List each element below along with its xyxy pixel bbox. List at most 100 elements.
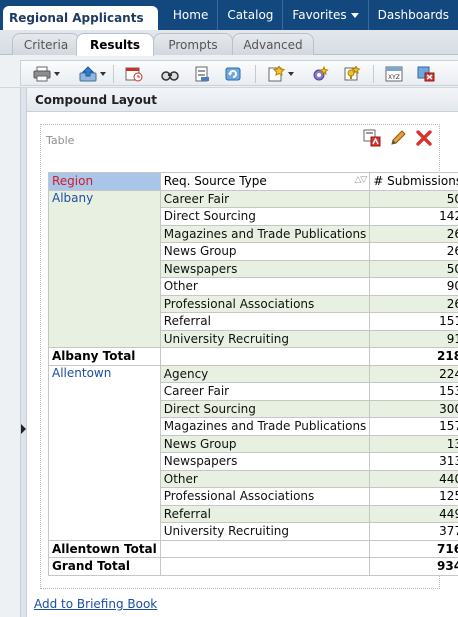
count-cell: 26 xyxy=(369,294,458,313)
export-icon xyxy=(79,66,97,82)
source-cell: Magazines and Trade Publications xyxy=(159,417,371,436)
lightbulb-icon xyxy=(344,66,361,81)
table-header-row: Region Req. Source Type △▽ # Submissions xyxy=(48,172,458,191)
count-cell: 440 xyxy=(369,469,458,488)
source-cell: University Recruiting xyxy=(159,522,371,541)
region-cell[interactable]: Allentown xyxy=(48,364,161,541)
view-actions xyxy=(363,129,433,147)
toolbar: XYZ xyxy=(20,60,458,86)
source-cell: Other xyxy=(159,277,371,296)
nav-catalog[interactable]: Catalog xyxy=(217,0,282,30)
column-header-source[interactable]: Req. Source Type △▽ xyxy=(159,172,371,191)
subtotal-empty-cell xyxy=(159,347,371,366)
count-cell: 224 xyxy=(369,364,458,383)
column-header-region[interactable]: Region xyxy=(48,172,161,191)
source-cell: Professional Associations xyxy=(159,487,371,506)
remove-button[interactable] xyxy=(417,65,435,83)
source-cell: Referral xyxy=(159,312,371,331)
subtotal-empty-cell xyxy=(159,539,371,558)
chevron-down-icon xyxy=(350,13,359,18)
remove-view-icon[interactable] xyxy=(415,129,433,147)
refresh-data-button[interactable] xyxy=(193,65,211,83)
top-bar: Regional Applicants Home Catalog Favorit… xyxy=(0,0,458,32)
subtotal-label: Allentown Total xyxy=(48,539,161,558)
count-cell: 157 xyxy=(369,417,458,436)
new-view-icon xyxy=(268,66,285,82)
app-title: Regional Applicants xyxy=(9,11,144,25)
sort-arrows-icon[interactable]: △▽ xyxy=(354,175,367,185)
add-to-briefing-book-link[interactable]: Add to Briefing Book xyxy=(34,597,157,611)
source-cell: Other xyxy=(159,469,371,488)
schedule-button[interactable] xyxy=(125,65,143,83)
compound-layout: Compound Layout Table Region Req. Source… xyxy=(27,88,458,617)
count-cell: 300 xyxy=(369,399,458,418)
source-cell: Direct Sourcing xyxy=(159,399,371,418)
count-cell: 313 xyxy=(369,452,458,471)
refresh-button[interactable] xyxy=(225,65,243,83)
table-row: AllentownAgency224 xyxy=(48,364,458,541)
editor-tabs: Criteria Results Prompts Advanced xyxy=(0,30,458,56)
compound-layout-header: Compound Layout xyxy=(27,88,458,112)
source-cell: Professional Associations xyxy=(159,294,371,313)
lightbulb-button[interactable] xyxy=(343,65,361,83)
xyz-icon: XYZ xyxy=(385,66,403,82)
count-cell: 50 xyxy=(369,259,458,278)
subtotal-label: Albany Total xyxy=(48,347,161,366)
print-button[interactable] xyxy=(33,65,60,83)
nav-dashboards[interactable]: Dashboards xyxy=(367,0,458,30)
table-row: AlbanyCareer Fair50 xyxy=(48,189,458,348)
count-cell: 151 xyxy=(369,312,458,331)
source-cell: Newspapers xyxy=(159,452,371,471)
grand-total-value: 934 xyxy=(369,557,458,576)
count-cell: 142 xyxy=(369,207,458,226)
region-cell[interactable]: Albany xyxy=(48,189,161,348)
svg-text:XYZ: XYZ xyxy=(388,74,400,81)
tab-prompts[interactable]: Prompts xyxy=(153,33,233,55)
grand-total-label: Grand Total xyxy=(48,557,161,576)
source-cell: Magazines and Trade Publications xyxy=(159,224,371,243)
source-cell: News Group xyxy=(159,242,371,261)
preview-icon xyxy=(161,71,179,81)
pane-splitter[interactable] xyxy=(20,88,27,617)
tab-results[interactable]: Results xyxy=(76,33,154,56)
source-cell: Career Fair xyxy=(159,382,371,401)
tab-criteria[interactable]: Criteria xyxy=(12,33,80,55)
top-nav: Home Catalog Favorites Dashboards xyxy=(164,0,458,30)
table-view: Table Region Req. Source Type △▽ # Submis… xyxy=(40,124,458,589)
schedule-icon xyxy=(125,67,143,82)
subtotal-value: 218 xyxy=(369,347,458,366)
source-cell: Career Fair xyxy=(159,189,371,208)
source-cell: News Group xyxy=(159,434,371,453)
edit-view-icon[interactable] xyxy=(389,129,407,147)
settings-icon xyxy=(313,66,329,81)
count-cell: 13 xyxy=(369,434,458,453)
column-header-count[interactable]: # Submissions xyxy=(369,172,458,191)
pivot-table: Region Req. Source Type △▽ # Submissions … xyxy=(48,172,458,576)
grand-total-empty-cell xyxy=(159,557,371,576)
expand-arrow-icon[interactable] xyxy=(21,424,26,434)
view-title: Table xyxy=(46,134,75,147)
subtotal-row: Albany Total 218 xyxy=(48,347,458,366)
tab-advanced[interactable]: Advanced xyxy=(232,33,314,55)
settings-button[interactable] xyxy=(311,65,329,83)
grand-total-row: Grand Total 934 xyxy=(48,557,458,576)
count-cell: 91 xyxy=(369,329,458,348)
nav-home[interactable]: Home xyxy=(164,0,217,30)
xyz-button[interactable]: XYZ xyxy=(385,65,403,83)
refresh-icon xyxy=(225,67,241,81)
side-pane xyxy=(0,88,20,617)
new-view-button[interactable] xyxy=(267,65,294,83)
print-icon xyxy=(33,66,51,82)
source-cell: Agency xyxy=(159,364,371,383)
count-cell: 377 xyxy=(369,522,458,541)
count-cell: 50 xyxy=(369,189,458,208)
subtotal-row: Allentown Total 716 xyxy=(48,539,458,558)
count-cell: 26 xyxy=(369,224,458,243)
preview-button[interactable] xyxy=(161,65,179,83)
nav-favorites[interactable]: Favorites xyxy=(282,0,367,30)
format-view-icon[interactable] xyxy=(363,129,381,147)
count-cell: 449 xyxy=(369,504,458,523)
export-button[interactable] xyxy=(79,65,106,83)
count-cell: 26 xyxy=(369,242,458,261)
compound-layout-title: Compound Layout xyxy=(35,93,157,107)
